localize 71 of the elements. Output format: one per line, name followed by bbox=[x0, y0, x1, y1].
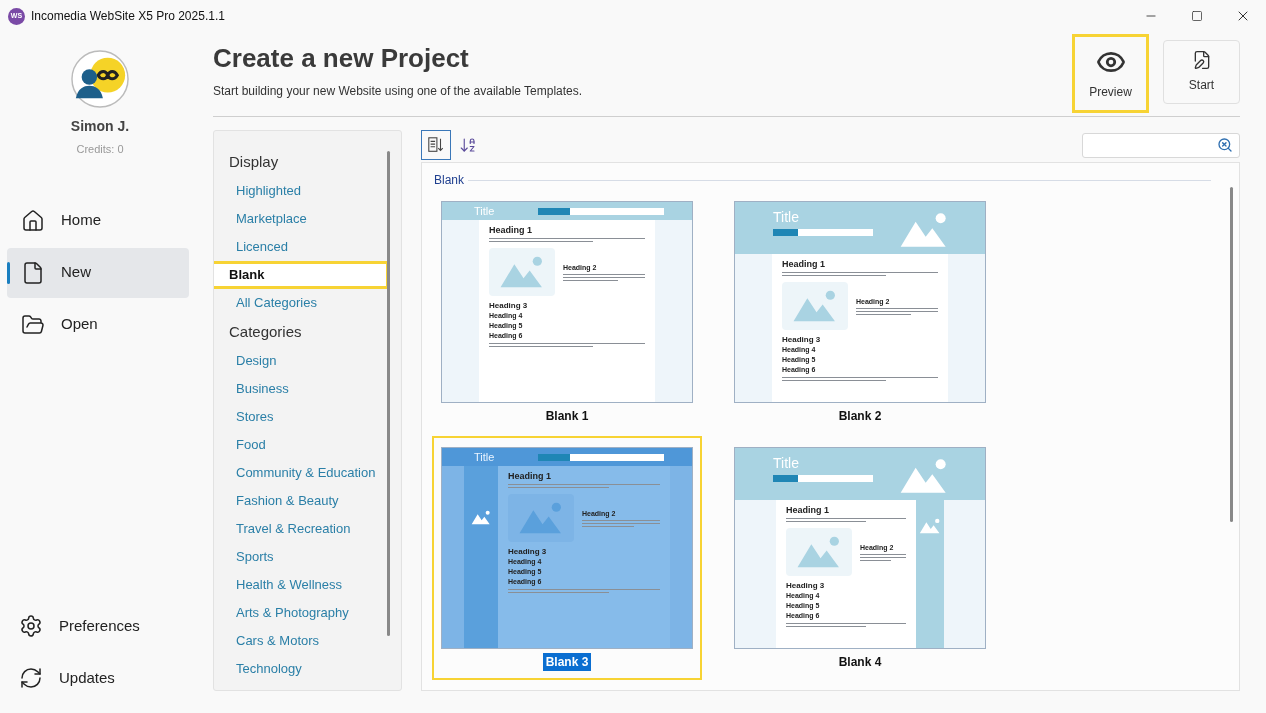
category-item[interactable]: Sports bbox=[214, 543, 385, 571]
page-subtitle: Start building your new Website using one of the available Templates. bbox=[213, 83, 583, 100]
mountain-icon bbox=[899, 456, 949, 496]
thumbnail-heading: Heading 3 bbox=[782, 335, 822, 344]
category-item[interactable]: Stores bbox=[214, 403, 385, 431]
toolbar-button[interactable]: Start bbox=[1163, 40, 1240, 104]
nav-item[interactable]: New bbox=[7, 247, 189, 298]
refresh-icon bbox=[19, 666, 43, 690]
section-heading: Display bbox=[228, 151, 280, 172]
thumbnail-heading: Heading 3 bbox=[489, 301, 529, 310]
category-item[interactable]: Licenced bbox=[214, 233, 385, 261]
template-name: Blank 3 bbox=[542, 653, 592, 671]
nav-item[interactable]: Open bbox=[7, 299, 189, 350]
category-item[interactable]: All Categories bbox=[214, 289, 385, 317]
mountain-icon bbox=[518, 501, 564, 535]
category-item[interactable]: Health & Wellness bbox=[214, 571, 385, 599]
template-name: Blank 1 bbox=[544, 408, 590, 425]
mountain-icon bbox=[471, 510, 491, 525]
credits-label: Credits: 0 bbox=[76, 142, 124, 157]
sort-alphabetical-icon bbox=[459, 136, 477, 154]
placeholder-text-drawing bbox=[860, 553, 906, 561]
section-heading: Categories bbox=[228, 321, 303, 342]
mountain-icon bbox=[792, 289, 838, 323]
thumbnail-title: Title bbox=[773, 456, 800, 470]
mountain-icon bbox=[899, 210, 949, 250]
thumbnail-heading: Heading 3 bbox=[786, 581, 826, 590]
mountain-icon bbox=[499, 255, 545, 289]
search-field[interactable] bbox=[1082, 132, 1240, 158]
category-item[interactable]: Arts & Photography bbox=[214, 599, 385, 627]
category-item[interactable]: Travel & Recreation bbox=[214, 515, 385, 543]
category-item[interactable]: Fashion & Beauty bbox=[214, 487, 385, 515]
document-icon bbox=[21, 260, 45, 285]
toolbar-button[interactable]: Preview bbox=[1072, 34, 1149, 113]
scrollbar[interactable] bbox=[1230, 187, 1233, 522]
sort-default-button[interactable] bbox=[421, 130, 451, 160]
mountain-icon bbox=[796, 535, 842, 569]
category-item[interactable]: Marketplace bbox=[214, 205, 385, 233]
window-title: Incomedia WebSite X5 Pro 2025.1.1 bbox=[31, 8, 225, 25]
user-name: Simon J. bbox=[70, 117, 130, 136]
template-name: Blank 4 bbox=[837, 654, 883, 671]
category-item[interactable]: Blank bbox=[214, 261, 389, 289]
nav-item[interactable]: Home bbox=[7, 195, 189, 246]
settings-icon bbox=[19, 614, 43, 638]
category-item[interactable]: Highlighted bbox=[214, 177, 385, 205]
category-item[interactable]: Business bbox=[214, 375, 385, 403]
mountain-icon bbox=[919, 518, 941, 534]
list-sort-icon bbox=[427, 136, 445, 154]
avatar-icon bbox=[71, 50, 129, 108]
category-item[interactable]: Design bbox=[214, 347, 385, 375]
clear-search-icon bbox=[1217, 137, 1233, 153]
thumbnail-title: Title bbox=[474, 205, 495, 217]
house-icon bbox=[21, 208, 45, 233]
thumbnail-heading: Heading 1 bbox=[786, 506, 830, 515]
page-title: Create a new Project bbox=[213, 42, 470, 74]
maximize-icon bbox=[1191, 10, 1203, 22]
thumbnail-title: Title bbox=[773, 210, 800, 224]
category-item[interactable]: Technology bbox=[214, 655, 385, 683]
template-name: Blank 2 bbox=[837, 408, 883, 425]
nav-item[interactable]: Updates bbox=[7, 653, 189, 703]
thumbnail-heading: Heading 3 bbox=[508, 547, 548, 556]
thumbnail-heading: Heading 1 bbox=[508, 472, 552, 481]
group-heading: Blank bbox=[434, 172, 465, 189]
category-item[interactable]: Cars & Motors bbox=[214, 627, 385, 655]
thumbnail-heading: Heading 1 bbox=[489, 226, 533, 235]
nav-item[interactable]: Preferences bbox=[7, 601, 189, 651]
category-item[interactable]: Food bbox=[214, 431, 385, 459]
thumbnail-title: Title bbox=[474, 451, 495, 463]
category-item[interactable]: Community & Education bbox=[214, 459, 385, 487]
scrollbar[interactable] bbox=[387, 151, 390, 636]
folder-icon bbox=[21, 312, 45, 337]
thumbnail-heading: Heading 1 bbox=[782, 260, 826, 269]
